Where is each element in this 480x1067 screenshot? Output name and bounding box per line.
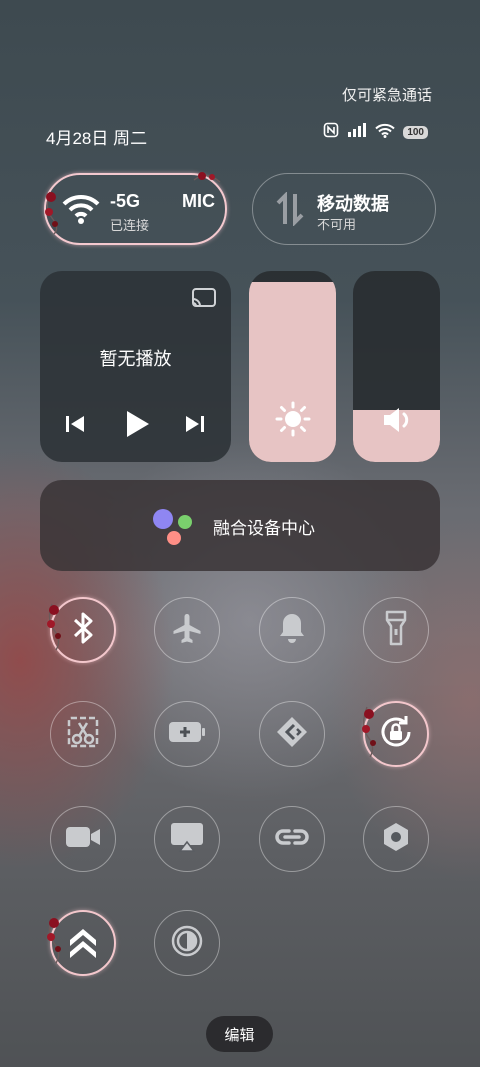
wifi-network-name-marquee: MIC xyxy=(182,191,215,211)
brightness-icon xyxy=(275,401,311,442)
screen-record-toggle[interactable] xyxy=(50,806,116,872)
emergency-call-text: 仅可紧急通话 xyxy=(341,87,432,104)
device-center-card[interactable]: 融合设备中心 xyxy=(40,480,440,571)
status-icons: 100 xyxy=(323,122,428,143)
brightness-slider[interactable] xyxy=(249,271,336,462)
link-toggle[interactable] xyxy=(259,806,325,872)
rose-decoration-top xyxy=(193,172,221,183)
wifi-status-icon xyxy=(375,123,396,143)
mobile-data-status: 不可用 xyxy=(317,217,357,232)
media-status: 暂无播放 xyxy=(99,349,172,369)
next-track-icon[interactable] xyxy=(184,413,206,440)
signal-icon xyxy=(347,123,367,142)
nfc-status-icon xyxy=(323,122,339,143)
link-icon xyxy=(273,823,311,856)
battery-saver-icon xyxy=(167,720,207,749)
battery-indicator: 100 xyxy=(403,126,428,139)
screen-mirror-toggle[interactable] xyxy=(154,806,220,872)
edit-button[interactable]: 编辑 xyxy=(206,1016,273,1052)
device-center-icon xyxy=(150,508,196,551)
flashlight-icon xyxy=(384,610,408,651)
airplane-icon xyxy=(170,611,204,650)
screen-mirror-icon xyxy=(169,821,205,858)
rose-decoration-bluetooth xyxy=(47,603,61,651)
rose-decoration xyxy=(45,191,58,235)
volume-slider[interactable] xyxy=(353,271,440,462)
cast-toggle[interactable] xyxy=(259,701,325,767)
media-player-card[interactable]: 暂无播放 xyxy=(40,271,231,462)
nfc-toggle[interactable] xyxy=(363,806,429,872)
nfc-hex-icon xyxy=(379,820,413,859)
wifi-status: 已连接 xyxy=(110,218,150,233)
battery-saver-toggle[interactable] xyxy=(154,701,220,767)
airplane-mode-toggle[interactable] xyxy=(154,597,220,663)
date-text: 4月28日 周二 xyxy=(46,129,148,148)
rose-decoration-rotation xyxy=(362,706,376,758)
bell-icon xyxy=(277,611,307,650)
bluetooth-icon xyxy=(70,611,96,650)
flashlight-toggle[interactable] xyxy=(363,597,429,663)
previous-track-icon[interactable] xyxy=(64,413,86,440)
eye-comfort-toggle[interactable] xyxy=(154,910,220,976)
ring-mode-toggle[interactable] xyxy=(259,597,325,663)
wifi-network-name: -5G xyxy=(110,191,141,211)
cast-icon xyxy=(274,714,310,755)
device-center-label: 融合设备中心 xyxy=(213,519,315,538)
eye-comfort-icon xyxy=(170,924,204,963)
volume-icon xyxy=(381,405,413,440)
mobile-data-title: 移动数据 xyxy=(317,194,389,214)
mobile-data-icon xyxy=(275,191,305,231)
play-icon[interactable] xyxy=(124,409,150,444)
rose-decoration-performance xyxy=(47,916,61,964)
mobile-data-tile[interactable]: 移动数据 不可用 xyxy=(252,173,436,245)
screenshot-icon xyxy=(66,715,100,754)
screenshot-toggle[interactable] xyxy=(50,701,116,767)
cast-media-icon[interactable] xyxy=(191,287,217,314)
screen-record-icon xyxy=(64,824,102,855)
